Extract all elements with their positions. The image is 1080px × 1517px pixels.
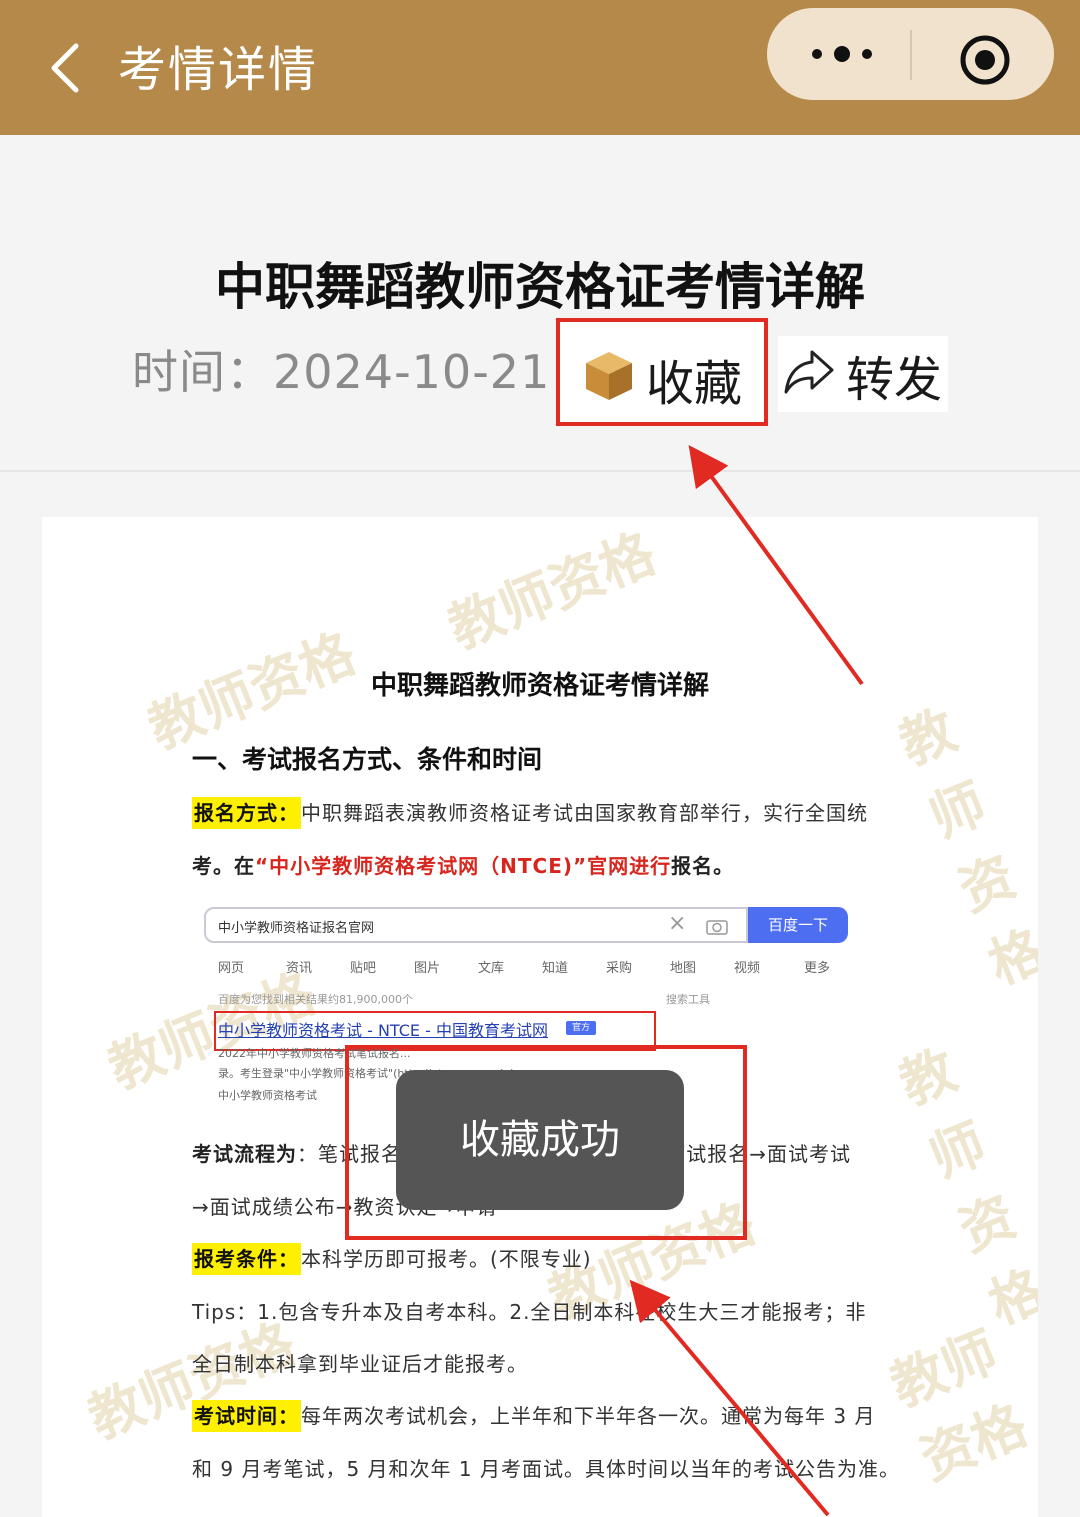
share-arrow-icon (784, 350, 834, 394)
watermark: 教师资格 (881, 1318, 1036, 1492)
article-document-image: 教师资格 教师资格 教师资格 教师资格 教师资格 教师资格 教师资格 教师资格 … (42, 517, 1038, 1517)
capsule-divider (910, 30, 912, 80)
registration-line-2: 考。在“中小学教师资格考试网（NTCE)”官网进行报名。 (192, 850, 734, 879)
search-tab: 地图 (670, 961, 697, 976)
favorite-label: 收藏 (646, 356, 743, 412)
watermark: 教师资格 (890, 697, 1038, 997)
official-badge: 官方 (566, 1021, 596, 1035)
search-query: 中小学教师资格证报名官网 (218, 921, 375, 936)
target-circle-icon[interactable] (957, 32, 1013, 88)
condition-text: 本科学历即可报考。(不限专业) (301, 1247, 592, 1271)
baidu-search-screenshot: 中小学教师资格证报名官网 × 百度一下 (204, 907, 848, 945)
result-snippet: 中小学教师资格考试 (218, 1089, 317, 1102)
highlight-label: 报名方式： (192, 797, 301, 829)
watermark: 教师资格 (890, 1037, 1038, 1337)
text-fragment: 报名。 (671, 854, 735, 878)
exam-time-line: 考试时间： 每年两次考试机会，上半年和下半年各一次。通常为每年 3 月 (192, 1400, 876, 1432)
search-tab: 资讯 (286, 961, 313, 976)
registration-text: 中职舞蹈表演教师资格证考试由国家教育部举行，实行全国统 (301, 801, 868, 825)
publish-time: 时间：2024-10-21 (132, 345, 551, 399)
chevron-left-icon[interactable] (40, 38, 100, 98)
section-heading: 一、考试报名方式、条件和时间 (192, 745, 543, 774)
toast-message: 收藏成功 (396, 1070, 684, 1210)
search-tabs: 网页 资讯 贴吧 图片 文库 知道 采购 地图 视频 更多 (218, 957, 858, 977)
exam-time-text: 每年两次考试机会，上半年和下半年各一次。通常为每年 3 月 (301, 1404, 876, 1428)
top-nav-bar: 考情详情 (0, 0, 1080, 135)
header-divider (0, 470, 1080, 472)
exam-time-line-2: 和 9 月考笔试，5 月和次年 1 月考面试。具体时间以当年的考试公告为准。 (192, 1457, 900, 1481)
favorite-button[interactable]: 收藏 (556, 318, 768, 426)
search-tab: 采购 (606, 961, 633, 976)
document-title: 中职舞蹈教师资格证考情详解 (370, 671, 709, 701)
registration-line: 报名方式： 中职舞蹈表演教师资格证考试由国家教育部举行，实行全国统 (192, 797, 868, 829)
mini-program-capsule (767, 8, 1054, 100)
highlight-label: 报考条件： (192, 1243, 301, 1275)
search-tab: 视频 (734, 961, 761, 976)
tips-line: Tips：1.包含专升本及自考本科。2.全日制本科在校生大三才能报考；非 (192, 1300, 867, 1324)
tips-line-2: 全日制本科拿到毕业证后才能报考。 (192, 1352, 528, 1376)
more-dots-icon[interactable] (807, 36, 877, 72)
search-tab: 知道 (542, 961, 569, 976)
result-count: 百度为您找到相关结果约81,900,000个 (218, 993, 413, 1006)
search-input: 中小学教师资格证报名官网 × (204, 907, 748, 943)
search-tab: 网页 (218, 961, 245, 976)
flow-label: 考试流程为 (192, 1142, 297, 1166)
search-tools: 搜索工具 (666, 993, 710, 1006)
share-label: 转发 (846, 352, 943, 408)
condition-line: 报考条件： 本科学历即可报考。(不限专业) (192, 1243, 592, 1275)
camera-icon (706, 920, 728, 935)
search-tab: 图片 (414, 961, 441, 976)
search-result-title: 中小学教师资格考试 - NTCE - 中国教育考试网 (218, 1021, 548, 1040)
watermark: 教师资格 (439, 520, 664, 661)
search-tab: 更多 (804, 961, 831, 976)
clear-icon: × (668, 911, 687, 936)
ntce-site-text: “中小学教师资格考试网（NTCE)”官网进行 (255, 854, 672, 878)
search-tab: 贴吧 (350, 961, 377, 976)
search-button: 百度一下 (748, 907, 848, 943)
article-title: 中职舞蹈教师资格证考情详解 (215, 258, 865, 316)
page-title: 考情详情 (118, 42, 319, 98)
share-button[interactable]: 转发 (778, 336, 948, 412)
package-box-icon (586, 352, 632, 400)
text-fragment: 考。在 (192, 854, 255, 878)
highlight-label: 考试时间： (192, 1400, 301, 1432)
search-tab: 文库 (478, 961, 505, 976)
